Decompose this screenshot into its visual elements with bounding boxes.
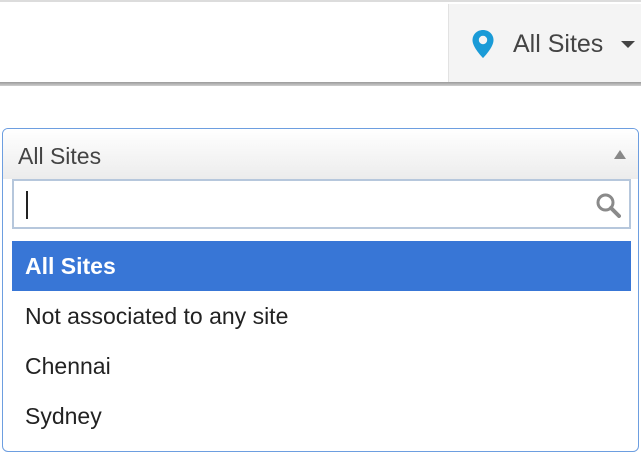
caret-up-icon: [614, 150, 626, 159]
option-not-associated[interactable]: Not associated to any site: [12, 291, 631, 341]
dropdown-selected-value: All Sites: [18, 143, 102, 169]
top-bar: All Sites: [0, 0, 641, 86]
search-input[interactable]: [14, 181, 629, 227]
search-icon[interactable]: [595, 192, 621, 218]
dropdown-toggle[interactable]: All Sites: [3, 129, 638, 179]
search-field: [12, 179, 631, 229]
text-cursor: [26, 191, 28, 219]
option-chennai[interactable]: Chennai: [12, 341, 631, 391]
site-selector-button[interactable]: All Sites: [448, 4, 641, 84]
top-bar-divider: [0, 82, 641, 86]
caret-down-icon: [621, 40, 636, 48]
option-all-sites[interactable]: All Sites: [12, 241, 631, 291]
map-pin-icon: [472, 30, 494, 58]
option-sydney[interactable]: Sydney: [12, 391, 631, 441]
options-list: All Sites Not associated to any site Che…: [12, 241, 631, 441]
site-dropdown: All Sites All Sites Not associated to an…: [2, 128, 639, 452]
site-selector-label: All Sites: [513, 29, 604, 58]
